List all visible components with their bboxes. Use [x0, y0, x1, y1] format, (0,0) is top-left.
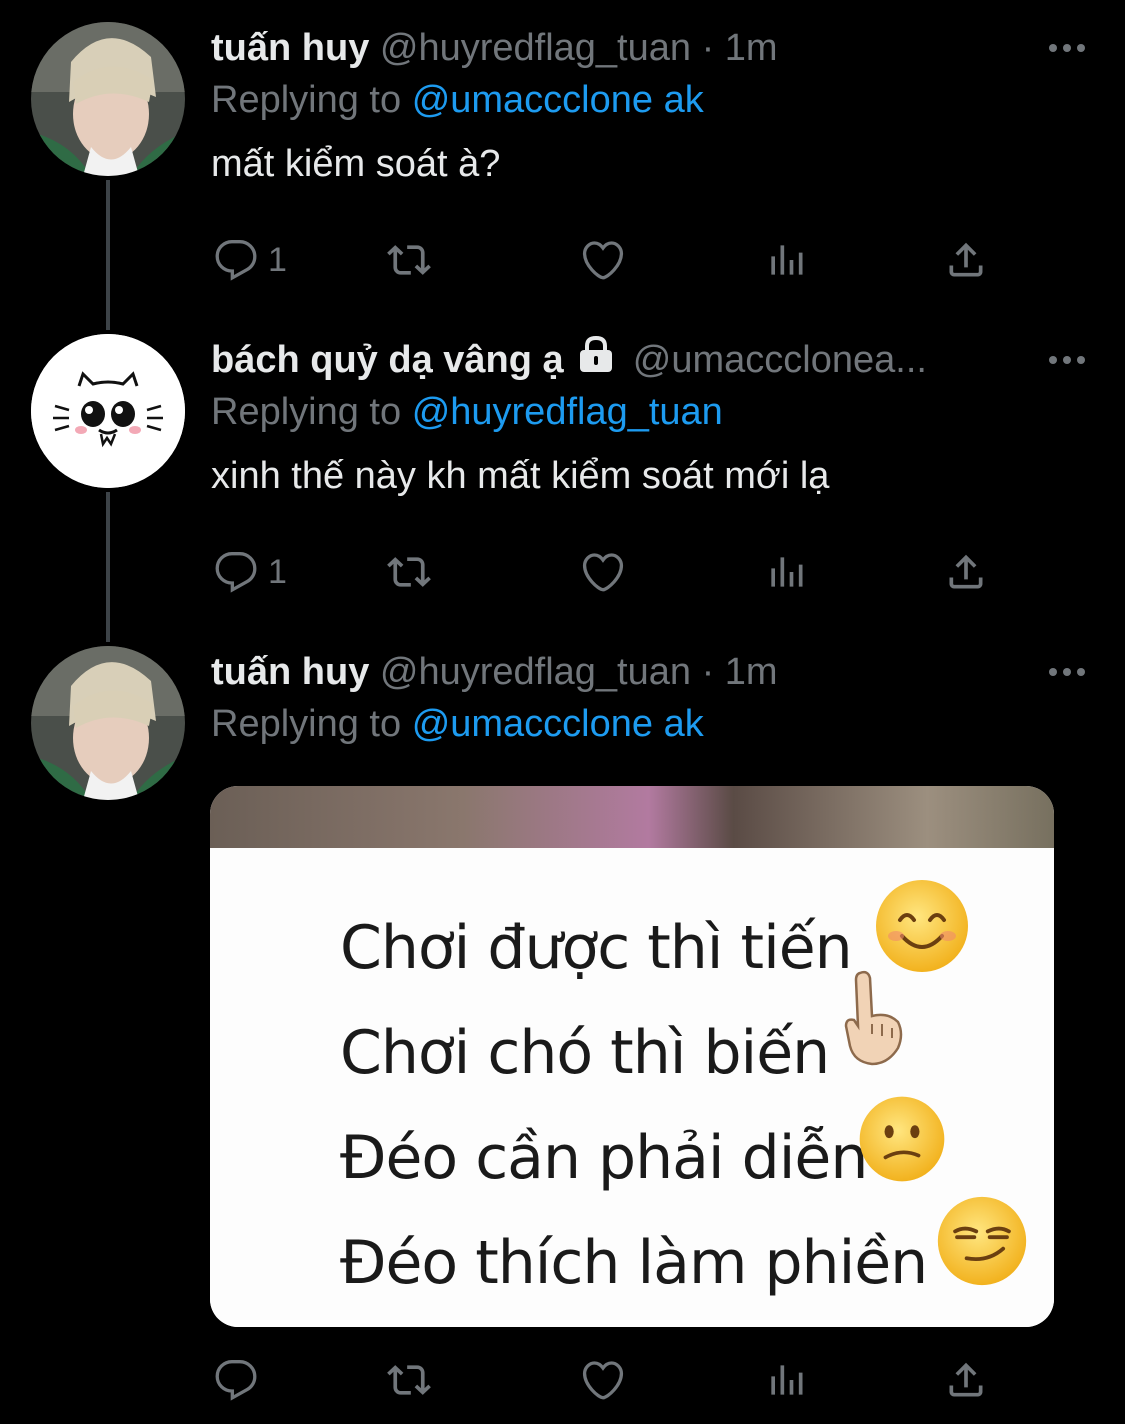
reply-count: 1	[268, 240, 287, 279]
replying-to: Replying to @umaccclone ak	[211, 76, 704, 124]
display-name[interactable]: tuấn huy	[211, 27, 369, 69]
display-name[interactable]: tuấn huy	[211, 651, 369, 693]
tweet-header: tuấn huy @huyredflag_tuan · 1m	[211, 22, 778, 74]
tweet-header: bách quỷ dạ vâng ạ @umaccclonea...	[211, 334, 927, 386]
replying-to: Replying to @umaccclone ak	[211, 700, 704, 748]
tweet-text: xinh thế này kh mất kiểm soát mới lạ	[211, 455, 830, 497]
reply-mention[interactable]: @umaccclone ak	[412, 79, 704, 121]
retweet-button[interactable]	[384, 235, 434, 285]
user-handle[interactable]: @huyredflag_tuan	[380, 651, 691, 693]
more-icon[interactable]	[1047, 334, 1087, 386]
reply-mention[interactable]: @huyredflag_tuan	[412, 391, 723, 433]
smiling-face-icon	[876, 880, 968, 972]
share-button[interactable]	[944, 235, 988, 285]
reply-button[interactable]: 1	[214, 547, 287, 597]
meme-line-1: Chơi được thì tiến	[340, 913, 853, 983]
tweet-2[interactable]: bách quỷ dạ vâng ạ @umaccclonea... Reply…	[0, 320, 1125, 630]
share-icon	[949, 554, 983, 589]
analytics-icon	[771, 1365, 803, 1395]
tweet-text: mất kiểm soát à?	[211, 143, 501, 185]
separator: ·	[701, 651, 715, 693]
user-handle[interactable]: @huyredflag_tuan	[380, 27, 691, 69]
avatar[interactable]	[31, 646, 185, 800]
retweet-button[interactable]	[384, 1355, 434, 1405]
smirking-face-icon	[937, 1196, 1027, 1286]
action-bar: 1	[214, 235, 1004, 285]
tweet-content: bách quỷ dạ vâng ạ @umaccclonea... Reply…	[211, 334, 1085, 534]
share-button[interactable]	[944, 547, 988, 597]
replying-to: Replying to @huyredflag_tuan	[211, 388, 723, 436]
tweet-header: tuấn huy @huyredflag_tuan · 1m	[211, 646, 778, 698]
heart-icon	[582, 553, 624, 592]
tweet-1[interactable]: tuấn huy @huyredflag_tuan · 1m Replying …	[0, 0, 1125, 320]
replying-to-label: Replying to	[211, 79, 402, 121]
reply-icon	[215, 1360, 257, 1401]
avatar[interactable]	[31, 22, 185, 176]
replying-to-label: Replying to	[211, 391, 402, 433]
user-handle[interactable]: @umaccclonea...	[633, 339, 927, 381]
tweet-media-image[interactable]: Chơi được thì tiến Chơi chó thì biến Đéo…	[210, 786, 1054, 1327]
pointing-down-hand-icon	[844, 970, 903, 1066]
meme-text-card: Chơi được thì tiến Chơi chó thì biến Đéo…	[210, 848, 1054, 1327]
lock-icon	[576, 335, 616, 388]
retweet-button[interactable]	[384, 547, 434, 597]
retweet-icon	[387, 245, 431, 275]
views-button[interactable]	[764, 547, 808, 597]
heart-icon	[582, 1361, 624, 1400]
avatar[interactable]	[31, 334, 185, 488]
timestamp[interactable]: 1m	[725, 651, 778, 693]
media-photo-strip	[210, 786, 1054, 848]
analytics-icon	[771, 557, 803, 587]
retweet-icon	[387, 1365, 431, 1395]
retweet-icon	[387, 557, 431, 587]
timestamp[interactable]: 1m	[725, 27, 778, 69]
confused-face-icon	[859, 1096, 945, 1182]
like-button[interactable]	[579, 1355, 627, 1405]
reply-icon	[215, 240, 257, 281]
more-icon[interactable]	[1047, 22, 1087, 74]
meme-line-4: Đéo thích làm phiền	[340, 1228, 928, 1298]
display-name[interactable]: bách quỷ dạ vâng ạ	[211, 339, 564, 381]
heart-icon	[582, 241, 624, 280]
share-icon	[949, 242, 983, 277]
reply-mention[interactable]: @umaccclone ak	[412, 703, 704, 745]
tweet-content: tuấn huy @huyredflag_tuan · 1m Replying …	[211, 22, 1085, 222]
views-button[interactable]	[764, 1355, 808, 1405]
reply-button[interactable]	[214, 1355, 268, 1405]
like-button[interactable]	[579, 235, 627, 285]
share-icon	[949, 1362, 983, 1397]
reply-icon	[215, 552, 257, 593]
analytics-icon	[771, 245, 803, 275]
action-bar	[214, 1355, 1004, 1405]
meme-line-2: Chơi chó thì biến	[340, 1018, 830, 1088]
more-icon[interactable]	[1047, 646, 1087, 698]
action-bar: 1	[214, 547, 1004, 597]
replying-to-label: Replying to	[211, 703, 402, 745]
views-button[interactable]	[764, 235, 808, 285]
reply-button[interactable]: 1	[214, 235, 287, 285]
separator: ·	[701, 27, 715, 69]
share-button[interactable]	[944, 1355, 988, 1405]
like-button[interactable]	[579, 547, 627, 597]
meme-line-3: Đéo cần phải diễn	[340, 1123, 868, 1193]
tweet-content: tuấn huy @huyredflag_tuan · 1m Replying …	[211, 646, 1085, 766]
reply-count: 1	[268, 552, 287, 591]
